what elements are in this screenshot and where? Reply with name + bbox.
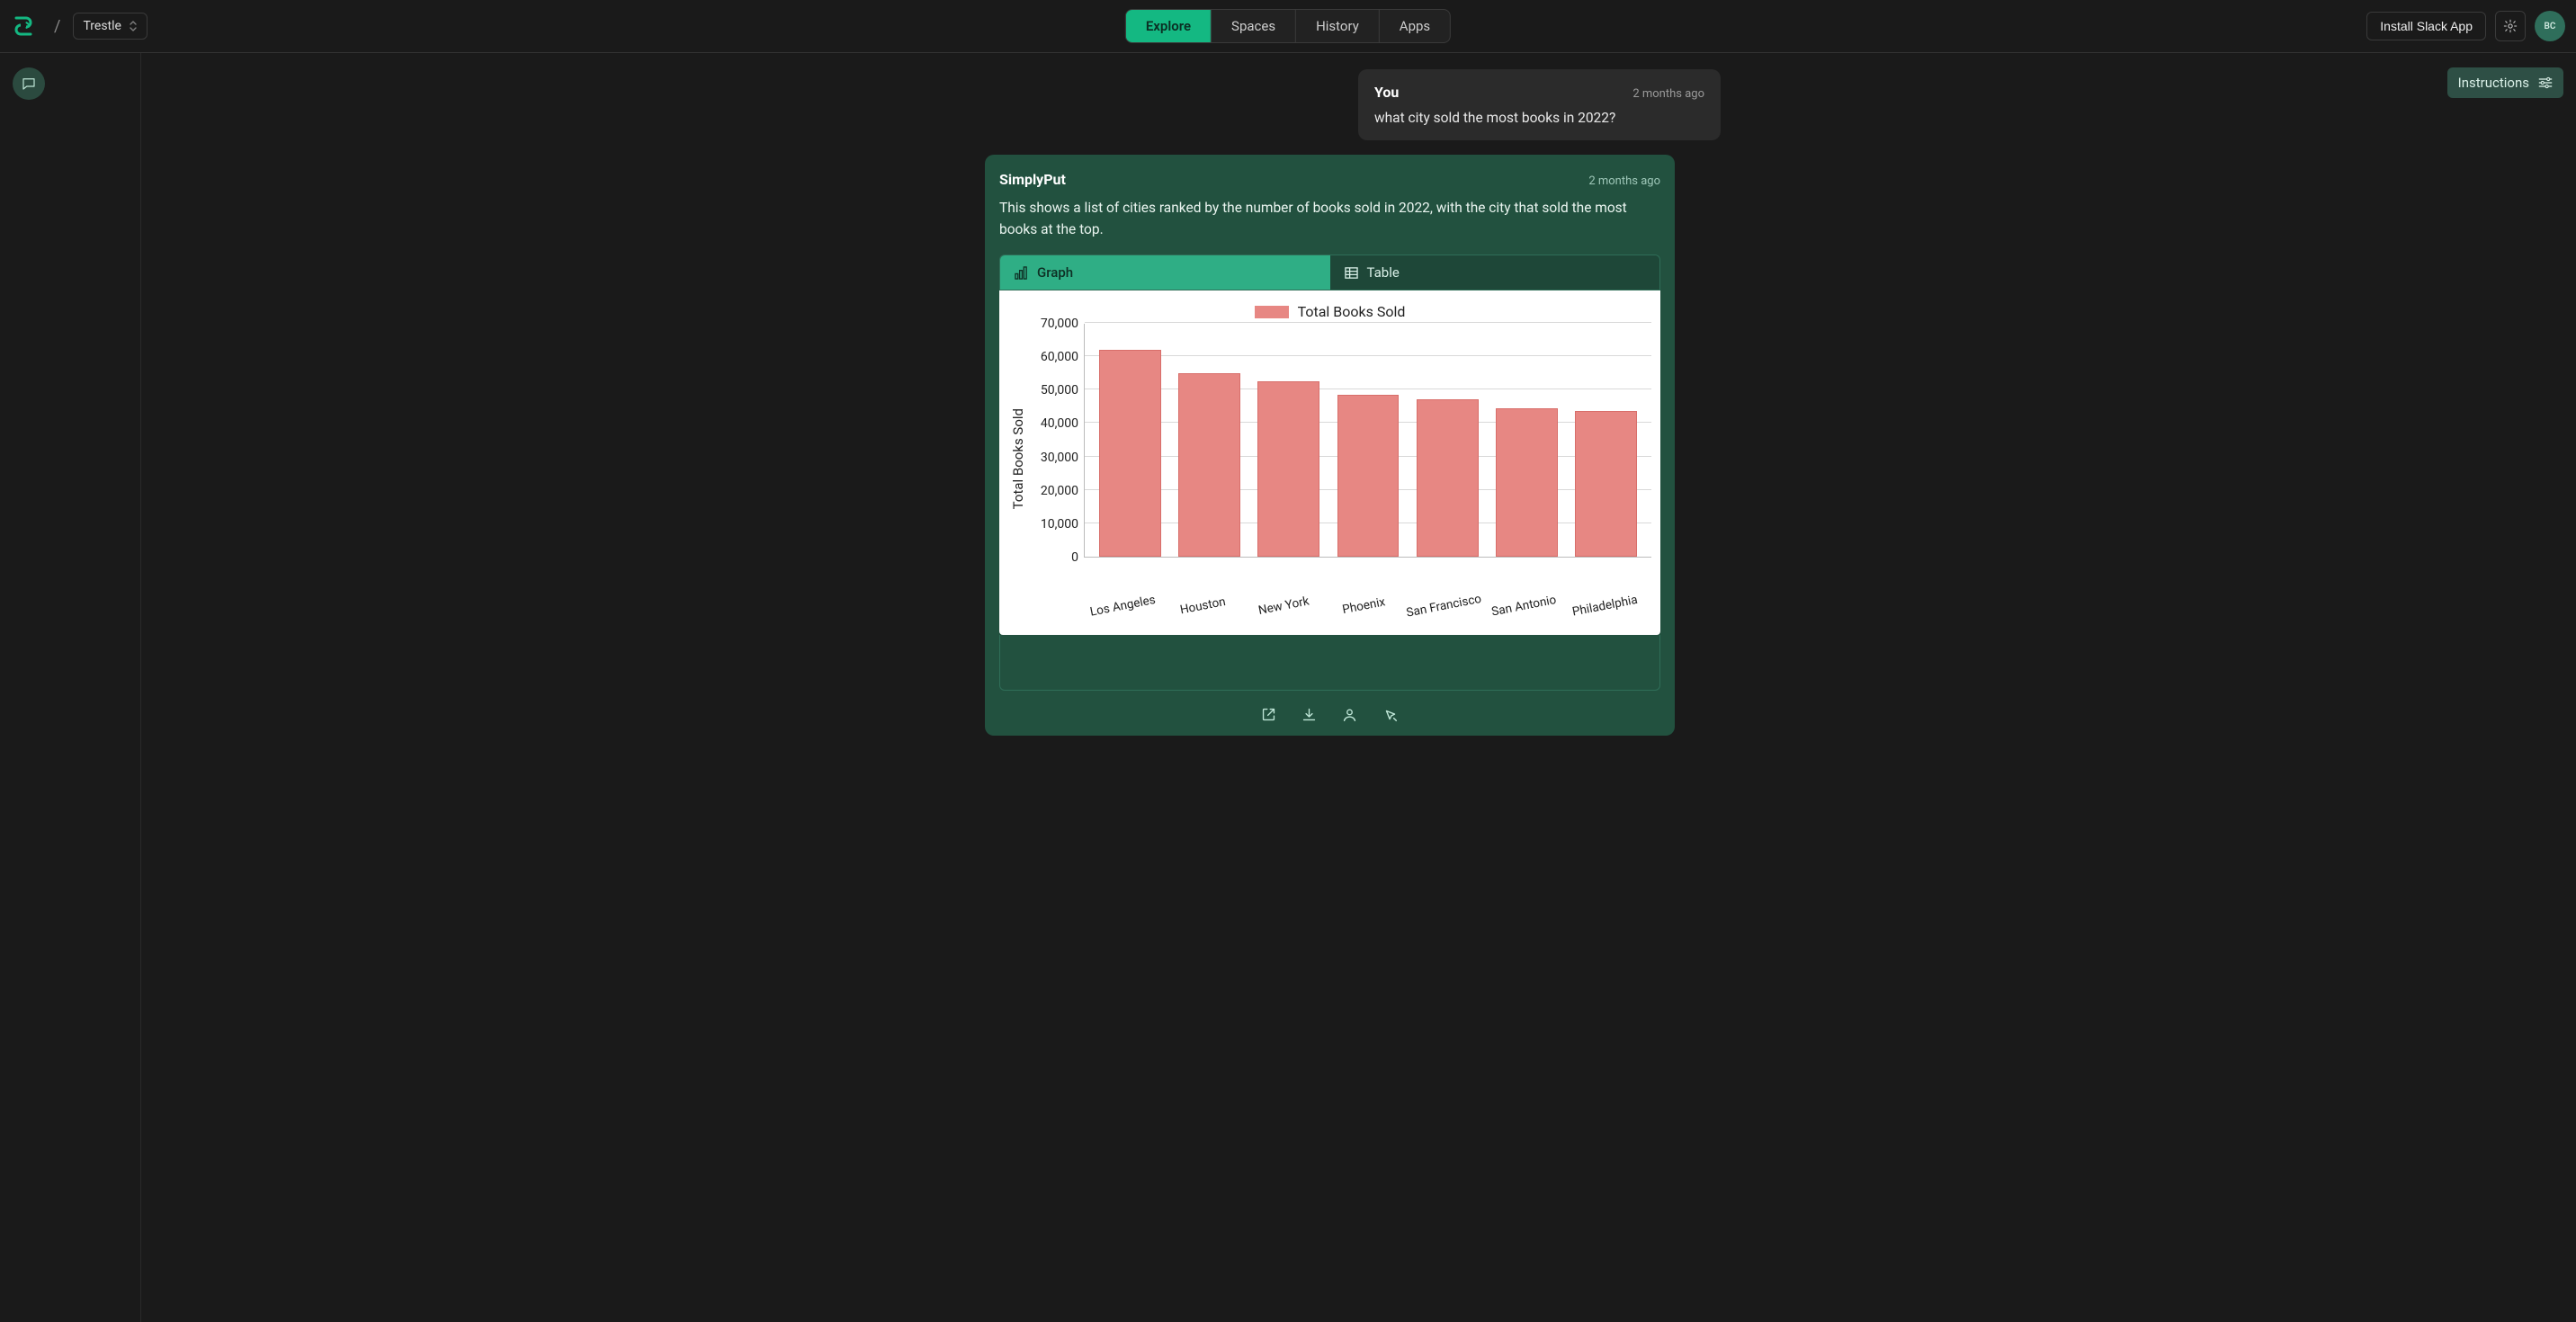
new-chat-button[interactable]: [13, 67, 45, 100]
chart-footer-spacer: [999, 635, 1660, 691]
breadcrumb-separator: /: [54, 17, 60, 36]
chart-legend: Total Books Sold: [1008, 303, 1651, 320]
chart-plot: [1084, 324, 1651, 558]
chat-icon: [21, 76, 37, 92]
y-axis: 010,00020,00030,00040,00050,00060,00070,…: [1028, 324, 1084, 558]
ai-author: SimplyPut: [999, 171, 1066, 188]
topbar-right: Install Slack App BC: [2366, 11, 2565, 41]
message-actions: [999, 707, 1660, 723]
tab-graph[interactable]: Graph: [1000, 255, 1330, 290]
chart-body: Total Books Sold 0 10,000 20,000 30,000 40,0…: [1008, 324, 1651, 594]
y-tick: 70,000: [1041, 317, 1078, 331]
updown-icon: [129, 20, 138, 32]
main-area: Instructions You 2 months ago what city …: [141, 53, 2576, 1322]
tab-table[interactable]: Table: [1330, 255, 1660, 290]
share-button[interactable]: [1342, 707, 1357, 723]
chart-bar[interactable]: [1575, 411, 1637, 557]
nav-tab-history[interactable]: History: [1296, 10, 1380, 42]
workspace-selector[interactable]: Trestle: [73, 13, 148, 40]
sliders-icon: [2538, 76, 2553, 89]
legend-swatch: [1255, 306, 1289, 318]
instructions-button[interactable]: Instructions: [2447, 67, 2563, 98]
chart-bar[interactable]: [1099, 350, 1161, 557]
y-tick: 50,000: [1041, 383, 1078, 397]
workspace-name: Trestle: [83, 19, 121, 33]
topbar: / Trestle Explore Spaces History Apps In…: [0, 0, 2576, 53]
nav-tab-spaces[interactable]: Spaces: [1212, 10, 1296, 42]
user-author: You: [1374, 84, 1399, 101]
y-tick: 20,000: [1041, 484, 1078, 498]
chart-bar[interactable]: [1257, 381, 1319, 557]
legend-label: Total Books Sold: [1298, 303, 1406, 320]
nav-tab-apps[interactable]: Apps: [1380, 10, 1450, 42]
x-axis-labels: Los AngelesHoustonNew YorkPhoenixSan Fra…: [1080, 594, 1642, 626]
tab-graph-label: Graph: [1037, 264, 1073, 281]
y-tick: 0: [1071, 550, 1078, 565]
gear-icon: [2503, 19, 2518, 33]
bar-chart-icon: [1015, 266, 1028, 280]
bar-slot: [1567, 324, 1646, 557]
bar-slot: [1408, 324, 1487, 557]
user-text: what city sold the most books in 2022?: [1374, 110, 1704, 126]
download-icon: [1301, 707, 1317, 722]
ai-time: 2 months ago: [1588, 174, 1660, 188]
settings-button[interactable]: [2495, 11, 2526, 41]
tab-table-label: Table: [1367, 264, 1400, 281]
user-message-wrap: You 2 months ago what city sold the most…: [997, 69, 1721, 140]
bar-slot: [1090, 324, 1169, 557]
cursor-button[interactable]: [1382, 707, 1399, 723]
install-slack-button[interactable]: Install Slack App: [2366, 12, 2486, 40]
y-tick: 10,000: [1041, 517, 1078, 531]
left-rail: [0, 53, 141, 1322]
y-axis-label: Total Books Sold: [1008, 408, 1028, 509]
bar-slot: [1328, 324, 1408, 557]
y-tick: 30,000: [1041, 451, 1078, 465]
instructions-label: Instructions: [2458, 75, 2529, 91]
chart-bar[interactable]: [1417, 399, 1479, 557]
app-body: Instructions You 2 months ago what city …: [0, 53, 2576, 1322]
gridline: [1085, 322, 1651, 323]
conversation: You 2 months ago what city sold the most…: [997, 69, 1721, 736]
bar-slot: [1169, 324, 1248, 557]
download-button[interactable]: [1301, 707, 1317, 723]
chart-card: Total Books Sold Total Books Sold 0 10,00…: [999, 290, 1660, 635]
y-tick: 40,000: [1041, 416, 1078, 431]
user-time: 2 months ago: [1632, 87, 1704, 101]
chart-bar[interactable]: [1496, 408, 1558, 557]
open-external-button[interactable]: [1261, 707, 1276, 723]
bar-slot: [1487, 324, 1566, 557]
y-tick: 60,000: [1041, 350, 1078, 364]
ai-message: SimplyPut 2 months ago This shows a list…: [985, 155, 1675, 736]
app-logo[interactable]: [11, 13, 36, 39]
chart-bar[interactable]: [1178, 373, 1240, 557]
ai-text: This shows a list of cities ranked by th…: [999, 197, 1660, 240]
bar-slot: [1249, 324, 1328, 557]
external-link-icon: [1261, 707, 1276, 722]
person-icon: [1342, 707, 1357, 722]
user-avatar[interactable]: BC: [2535, 11, 2565, 41]
view-tabs: Graph Table: [999, 255, 1660, 290]
table-icon: [1345, 266, 1358, 280]
user-message: You 2 months ago what city sold the most…: [1358, 69, 1721, 140]
cursor-click-icon: [1382, 707, 1399, 723]
main-nav: Explore Spaces History Apps: [1125, 9, 1451, 43]
nav-tab-explore[interactable]: Explore: [1126, 10, 1212, 42]
chart-bar[interactable]: [1337, 395, 1400, 557]
